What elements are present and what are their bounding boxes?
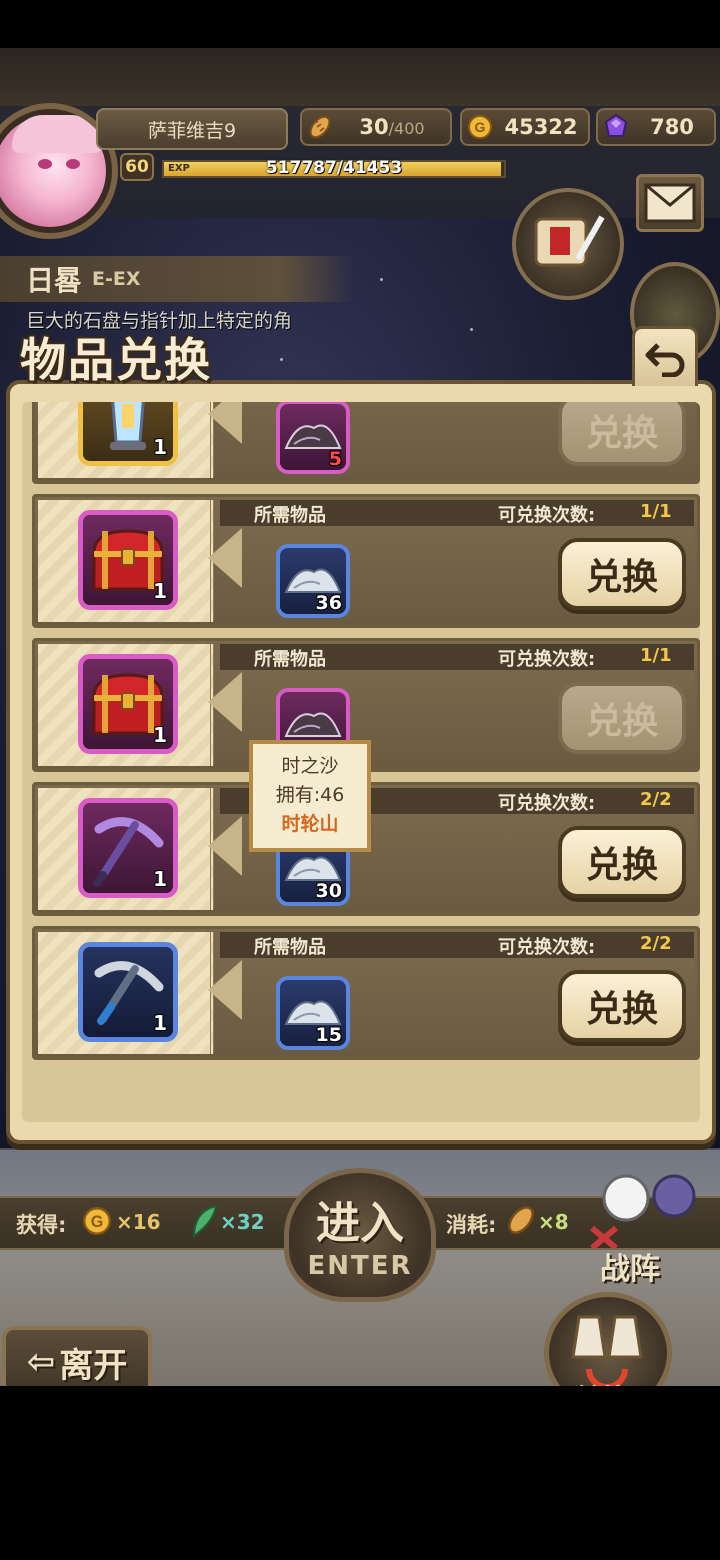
purple-gem-icon — [602, 113, 630, 141]
stage-name: 日晷 — [26, 264, 83, 297]
exchange-button[interactable]: 兑换 — [558, 682, 686, 754]
quest-scroll-button[interactable] — [512, 188, 624, 300]
required-items-label: 所需物品 — [254, 649, 326, 670]
bread-icon — [505, 1204, 537, 1240]
gold-coin-icon: G — [466, 113, 494, 141]
gold-value: 45322 — [504, 115, 578, 139]
exchange-count-value: 1/1 — [640, 501, 672, 522]
tooltip-source: 时轮山 — [281, 813, 339, 835]
exchange-arrow-icon — [208, 816, 242, 876]
stamina-max: /400 — [388, 119, 425, 138]
exchange-arrow-icon — [208, 528, 242, 588]
exchange-count-value: 2/2 — [640, 933, 672, 954]
enter-label-cn: 进入 — [316, 1198, 404, 1249]
svg-text:G: G — [475, 119, 486, 135]
bread-icon — [306, 113, 334, 141]
return-arrow-icon — [645, 342, 685, 377]
game-screen: 萨菲维吉9 60 EXP 517787/41453 30/400 G 45322… — [0, 48, 720, 1386]
scroll-quill-icon — [534, 215, 605, 267]
player-avatar — [0, 115, 106, 227]
reward-item-slot[interactable]: 1 — [78, 402, 178, 466]
item-tooltip: 时之沙 拥有:46 时轮山 — [249, 740, 371, 852]
material-item-slot[interactable]: 36 — [276, 544, 350, 618]
exchange-row: 所需物品 可兑换次数: 2/2 1 15 兑换 — [32, 926, 700, 1060]
gold-coin-icon: G — [82, 1206, 112, 1240]
exchange-shop-button[interactable] — [544, 1292, 672, 1386]
exchange-row: 所需物品 可兑换次数: 1/1 1 36 兑换 — [32, 494, 700, 628]
stamina-display[interactable]: 30/400 — [300, 108, 452, 146]
reward-item-slot[interactable]: 1 — [78, 942, 178, 1042]
mail-button[interactable] — [636, 174, 704, 232]
row-header: 所需物品 可兑换次数: 1/1 — [220, 644, 694, 670]
required-items-label: 所需物品 — [254, 937, 326, 958]
exchange-count-value: 2/2 — [640, 789, 672, 810]
top-strip — [0, 48, 720, 106]
reward-item-slot[interactable]: 1 — [78, 654, 178, 754]
exchange-button[interactable]: 兑换 — [558, 538, 686, 610]
exchange-count-label: 可兑换次数: — [498, 649, 596, 670]
formation-label: 战阵 — [600, 1252, 660, 1287]
exchange-shop-label: 兑换 — [574, 1378, 630, 1386]
stamina-value: 30 — [359, 115, 389, 139]
reward-item-slot[interactable]: 1 — [78, 510, 178, 610]
exchange-button[interactable]: 兑换 — [558, 402, 686, 466]
reward-count: 1 — [153, 867, 167, 891]
material-item-slot[interactable]: 15 — [276, 976, 350, 1050]
exchange-bags-icon — [571, 1315, 643, 1386]
feather-icon — [190, 1204, 220, 1242]
row-header: 所需物品 可兑换次数: 1/1 — [220, 500, 694, 526]
row-header: 所需物品 可兑换次数: 2/2 — [220, 932, 694, 958]
player-name: 萨菲维吉9 — [96, 108, 288, 150]
reward-count: 1 — [153, 579, 167, 603]
material-count: 5 — [328, 448, 342, 470]
mail-icon — [644, 183, 696, 223]
tooltip-owned: 拥有:46 — [275, 784, 345, 806]
cost-bread-value: ×8 — [538, 1210, 569, 1234]
gold-display[interactable]: G 45322 — [460, 108, 590, 146]
svg-text:G: G — [91, 1213, 104, 1231]
reward-count: 1 — [153, 1011, 167, 1035]
gain-feather-value: ×32 — [220, 1210, 265, 1234]
exchange-row: 1 5 兑换 — [32, 402, 700, 484]
material-item-slot[interactable]: 5 — [276, 402, 350, 474]
arrow-left-icon: ⇦ — [26, 1342, 56, 1382]
reward-count: 1 — [153, 723, 167, 747]
exp-text: 517787/41453 — [265, 158, 403, 178]
stage-difficulty: E-EX — [92, 268, 141, 290]
stage-tag: 日晷 E-EX — [0, 256, 355, 302]
exchange-button[interactable]: 兑换 — [558, 970, 686, 1042]
reward-item-slot[interactable]: 1 — [78, 798, 178, 898]
gem-value: 780 — [650, 115, 694, 139]
required-items-label: 所需物品 — [254, 505, 326, 526]
reward-count: 1 — [153, 435, 167, 459]
leave-label: 离开 — [59, 1345, 128, 1386]
gem-display[interactable]: 780 — [596, 108, 716, 146]
material-count: 36 — [315, 592, 342, 614]
tooltip-item-name: 时之沙 — [281, 755, 339, 777]
back-button[interactable] — [632, 326, 698, 386]
exp-bar: EXP 517787/41453 — [162, 158, 506, 178]
leave-button[interactable]: ⇦ 离开 — [2, 1326, 152, 1386]
exchange-arrow-icon — [208, 672, 242, 732]
gain-label: 获得: — [16, 1213, 67, 1237]
exchange-count-value: 1/1 — [640, 645, 672, 666]
exchange-arrow-icon — [208, 402, 242, 444]
panel-title: 物品兑换 — [20, 333, 212, 387]
enter-label-en: ENTER — [307, 1251, 413, 1281]
exchange-arrow-icon — [208, 960, 242, 1020]
formation-characters-icon — [590, 1174, 696, 1251]
gain-gold-value: ×16 — [116, 1210, 161, 1234]
cost-label: 消耗: — [446, 1213, 497, 1237]
material-count: 30 — [315, 880, 342, 902]
exchange-count-label: 可兑换次数: — [498, 793, 596, 814]
exchange-button[interactable]: 兑换 — [558, 826, 686, 898]
material-count: 15 — [315, 1024, 342, 1046]
exchange-count-label: 可兑换次数: — [498, 505, 596, 526]
exchange-count-label: 可兑换次数: — [498, 937, 596, 958]
player-level-badge: 60 — [120, 153, 154, 181]
enter-button[interactable]: 进入 ENTER — [284, 1168, 436, 1302]
